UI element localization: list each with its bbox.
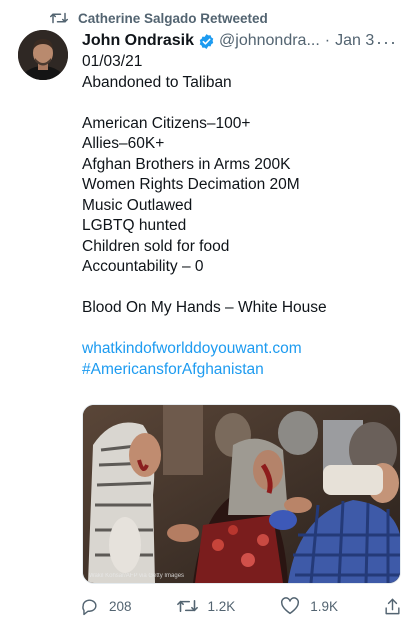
author-handle[interactable]: @johnondra... bbox=[219, 32, 320, 50]
retweet-button[interactable]: 1.2K bbox=[176, 597, 236, 615]
tweet-line: LGBTQ hunted bbox=[82, 217, 187, 234]
tweet-line: Women Rights Decimation 20M bbox=[82, 176, 300, 193]
reply-icon bbox=[80, 597, 99, 616]
tweet-hashtag[interactable]: #AmericansforAfghanistan bbox=[82, 360, 402, 381]
reply-count: 208 bbox=[109, 598, 132, 614]
tweet-line: Abandoned to Taliban bbox=[82, 73, 232, 91]
tweet-date[interactable]: Jan 3 bbox=[335, 32, 374, 50]
tweet-line: American Citizens–100+ bbox=[82, 114, 251, 132]
like-count: 1.9K bbox=[310, 598, 339, 614]
retweeted-by-label: Catherine Salgado Retweeted bbox=[78, 10, 268, 26]
more-options-icon[interactable]: ··· bbox=[376, 32, 397, 53]
tweet-photo[interactable]: Wakil Kohsar/AFP via Getty Images bbox=[82, 404, 401, 584]
tweet-text: 01/03/21 Abandoned to Taliban American C… bbox=[82, 52, 402, 380]
author-name[interactable]: John Ondrasik bbox=[82, 32, 194, 50]
tweet-line: Children sold for food bbox=[82, 237, 230, 255]
retweet-count: 1.2K bbox=[207, 598, 236, 614]
heart-icon bbox=[280, 597, 300, 615]
tweet-header: John Ondrasik @johnondra... · Jan 3 ··· bbox=[82, 30, 403, 52]
retweet-icon bbox=[50, 10, 68, 26]
verified-badge-icon bbox=[198, 33, 215, 50]
photo-credit: Wakil Kohsar/AFP via Getty Images bbox=[89, 573, 185, 579]
tweet-line: Accountability – 0 bbox=[82, 258, 204, 275]
tweet-link[interactable]: whatkindofworlddoyouwant.com bbox=[82, 339, 402, 360]
avatar[interactable] bbox=[18, 30, 68, 80]
tweet-line: 01/03/21 bbox=[82, 53, 143, 70]
tweet-line: Allies–60K+ bbox=[82, 135, 165, 152]
like-button[interactable]: 1.9K bbox=[280, 597, 338, 615]
share-icon bbox=[383, 597, 402, 616]
retweet-icon bbox=[176, 597, 198, 615]
tweet-line: Music Outlawed bbox=[82, 196, 193, 214]
retweet-context[interactable]: Catherine Salgado Retweeted bbox=[50, 8, 268, 28]
tweet-line: Blood On My Hands – White House bbox=[82, 299, 327, 316]
tweet-line: Afghan Brothers in Arms 200K bbox=[82, 155, 291, 173]
header-separator: · bbox=[324, 32, 331, 49]
tweet-actions: 208 1.2K 1.9K bbox=[80, 594, 402, 618]
share-button[interactable] bbox=[383, 597, 402, 616]
reply-button[interactable]: 208 bbox=[80, 597, 132, 616]
